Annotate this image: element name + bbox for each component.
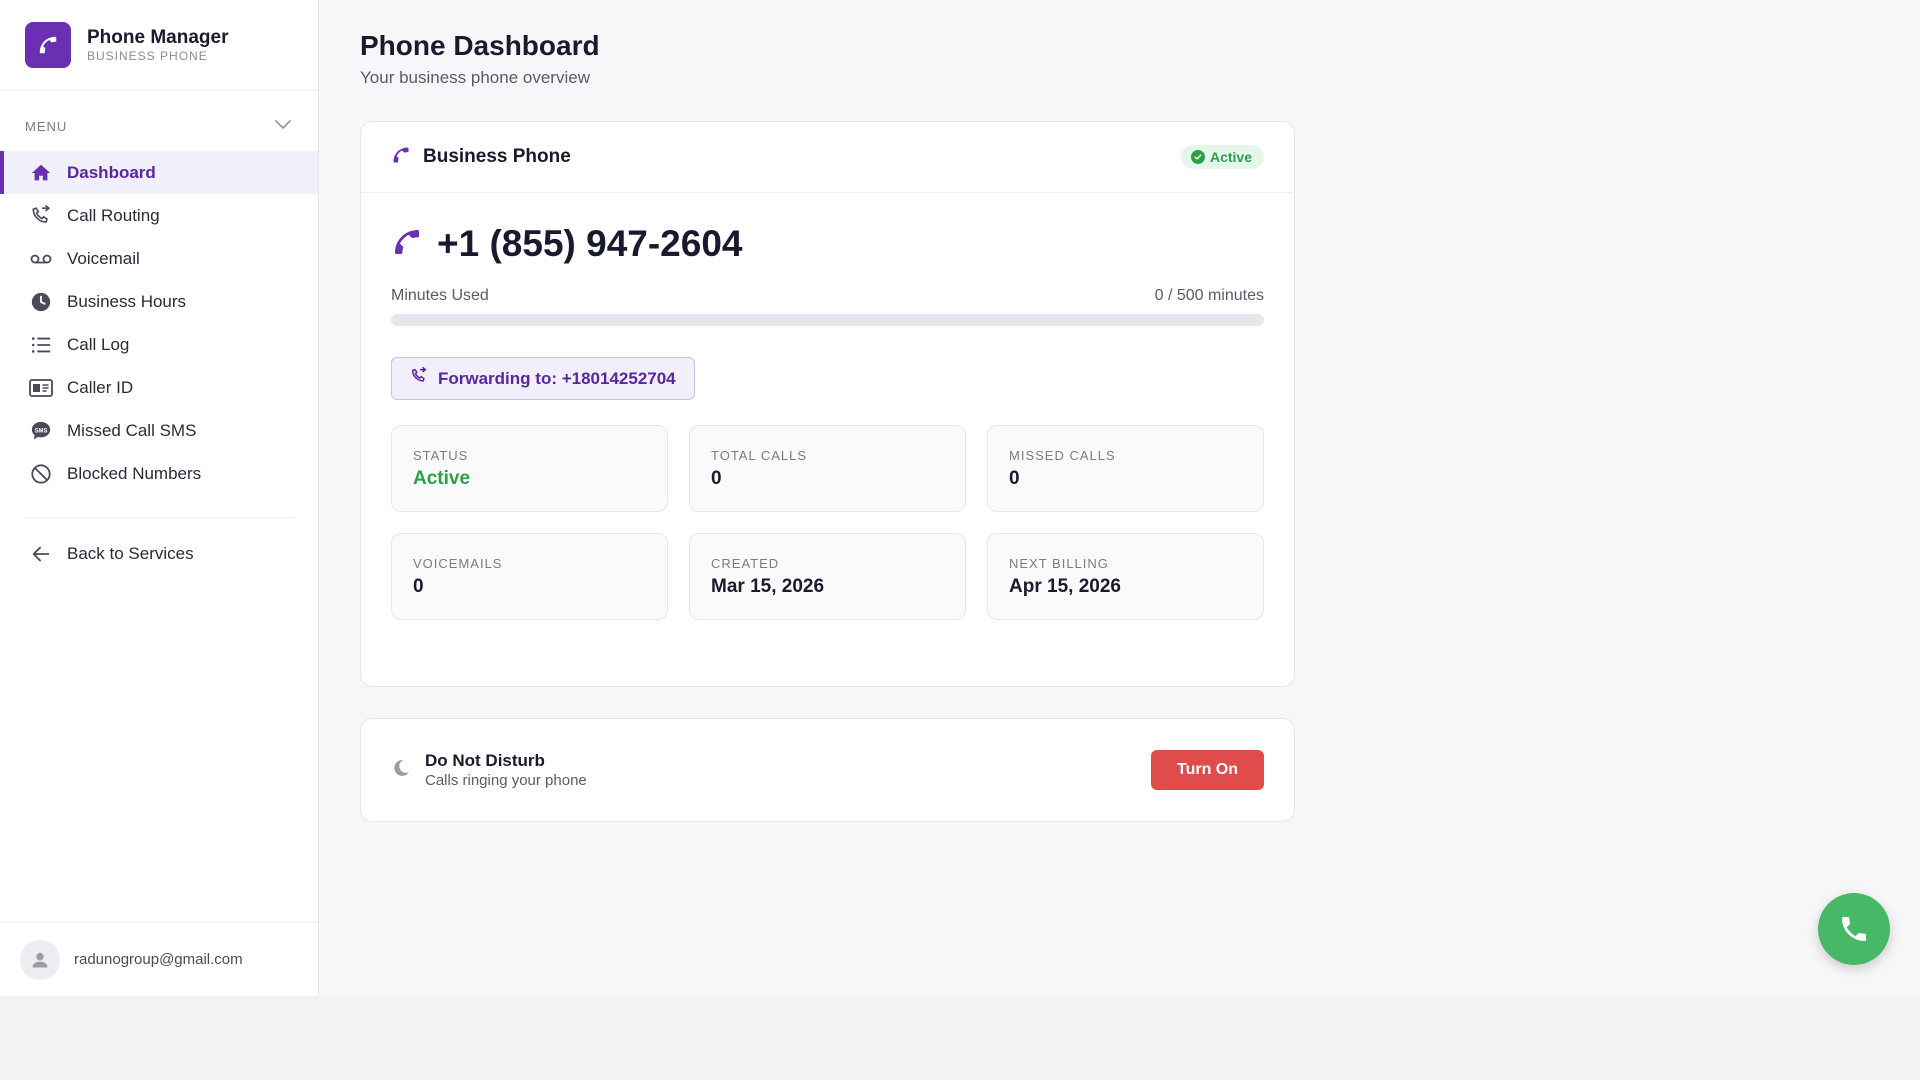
sidebar-item-label: Call Log <box>67 334 130 354</box>
back-to-services-link[interactable]: Back to Services <box>0 532 318 575</box>
moon-icon <box>391 757 411 784</box>
sidebar-item-label: Missed Call SMS <box>67 420 197 440</box>
stats-grid: STATUS Active TOTAL CALLS 0 MISSED CALLS… <box>391 425 1264 620</box>
menu-header[interactable]: MENU <box>0 91 318 151</box>
sms-bubble-icon: SMS <box>29 419 53 443</box>
card-title: Business Phone <box>423 146 571 167</box>
stat-value: Active <box>413 468 471 489</box>
sidebar-item-call-log[interactable]: Call Log <box>0 323 318 366</box>
stat-label: MISSED CALLS <box>1009 448 1116 463</box>
phone-number: +1 (855) 947-2604 <box>437 223 743 264</box>
sidebar-item-label: Business Hours <box>67 291 187 311</box>
usage-value: 0 / 500 minutes <box>1154 287 1264 304</box>
forwarding-text: Forwarding to: +18014252704 <box>438 368 676 388</box>
stat-card-total-calls: TOTAL CALLS 0 <box>689 425 966 512</box>
home-icon <box>29 161 53 185</box>
brand-name: Phone Manager <box>87 27 229 48</box>
id-card-icon <box>29 376 53 400</box>
phone-forward-icon <box>29 204 53 228</box>
svg-text:SMS: SMS <box>35 428 48 434</box>
brand: Phone Manager BUSINESS PHONE <box>0 0 318 91</box>
sidebar-item-label: Voicemail <box>67 248 140 268</box>
phone-icon <box>391 226 423 263</box>
sidebar-item-label: Dashboard <box>67 162 156 182</box>
menu-title: MENU <box>25 118 68 134</box>
stat-label: NEXT BILLING <box>1009 556 1109 571</box>
dnd-subtitle: Calls ringing your phone <box>425 772 587 789</box>
sidebar-nav: Dashboard Call Routing Voicemail Busines… <box>0 151 318 575</box>
phone-icon <box>391 145 411 170</box>
stat-card-voicemails: VOICEMAILS 0 <box>391 533 668 620</box>
do-not-disturb-card: Do Not Disturb Calls ringing your phone … <box>360 718 1295 822</box>
stat-card-next-billing: NEXT BILLING Apr 15, 2026 <box>987 533 1264 620</box>
stat-card-missed-calls: MISSED CALLS 0 <box>987 425 1264 512</box>
stat-label: VOICEMAILS <box>413 556 503 571</box>
user-icon <box>32 952 48 967</box>
block-icon <box>29 462 53 486</box>
sidebar-item-label: Blocked Numbers <box>67 463 202 483</box>
sidebar-item-missed-call-sms[interactable]: SMS Missed Call SMS <box>0 409 318 452</box>
page-subtitle: Your business phone overview <box>360 68 590 87</box>
stat-value: 0 <box>413 576 424 597</box>
stat-value: Apr 15, 2026 <box>1009 576 1121 597</box>
chevron-down-icon[interactable] <box>274 117 292 135</box>
user-profile[interactable]: radunogroup@gmail.com <box>0 922 318 996</box>
sidebar-item-dashboard[interactable]: Dashboard <box>0 151 318 194</box>
clock-icon <box>29 290 53 314</box>
arrow-left-icon <box>29 542 53 566</box>
phone-logo-icon <box>25 22 71 68</box>
status-badge: Active <box>1180 145 1264 169</box>
brand-subtitle: BUSINESS PHONE <box>87 49 208 63</box>
nav-divider <box>25 517 293 518</box>
sidebar-item-voicemail[interactable]: Voicemail <box>0 237 318 280</box>
sidebar-item-business-hours[interactable]: Business Hours <box>0 280 318 323</box>
avatar <box>20 939 60 980</box>
phone-number-row: +1 (855) 947-2604 <box>391 223 1264 265</box>
stat-label: STATUS <box>413 448 469 463</box>
sidebar-item-call-routing[interactable]: Call Routing <box>0 194 318 237</box>
sidebar: Phone Manager BUSINESS PHONE MENU Dashbo… <box>0 0 319 996</box>
sidebar-item-label: Caller ID <box>67 377 134 397</box>
user-email: radunogroup@gmail.com <box>74 951 243 968</box>
minutes-usage-row: Minutes Used 0 / 500 minutes <box>391 287 1264 305</box>
sidebar-item-blocked-numbers[interactable]: Blocked Numbers <box>0 452 318 495</box>
business-phone-card: Business Phone Active +1 (855) 947-2604 … <box>360 121 1295 687</box>
forwarding-badge[interactable]: Forwarding to: +18014252704 <box>391 357 695 400</box>
call-fab-button[interactable] <box>1818 893 1890 965</box>
stat-value: Mar 15, 2026 <box>711 576 825 597</box>
turn-on-button[interactable]: Turn On <box>1151 750 1264 790</box>
page-title: Phone Dashboard <box>360 30 600 61</box>
back-label: Back to Services <box>67 543 194 563</box>
bottom-strip <box>0 996 1920 1080</box>
stat-card-created: CREATED Mar 15, 2026 <box>689 533 966 620</box>
dnd-title: Do Not Disturb <box>425 751 545 770</box>
phone-forward-icon <box>410 367 428 390</box>
card-header: Business Phone Active <box>361 122 1294 193</box>
minutes-progress-bar <box>391 314 1264 326</box>
sidebar-item-label: Call Routing <box>67 205 160 225</box>
stat-value: 0 <box>711 468 722 489</box>
status-badge-label: Active <box>1209 149 1252 165</box>
voicemail-icon <box>29 247 53 271</box>
usage-label: Minutes Used <box>391 287 489 304</box>
sidebar-item-caller-id[interactable]: Caller ID <box>0 366 318 409</box>
stat-value: 0 <box>1009 468 1020 489</box>
check-circle-icon <box>1190 150 1205 164</box>
stat-card-status: STATUS Active <box>391 425 668 512</box>
list-icon <box>29 333 53 357</box>
phone-icon <box>1842 917 1866 941</box>
stat-label: CREATED <box>711 556 780 571</box>
main-content: Phone Dashboard Your business phone over… <box>360 28 1295 822</box>
stat-label: TOTAL CALLS <box>711 448 808 463</box>
